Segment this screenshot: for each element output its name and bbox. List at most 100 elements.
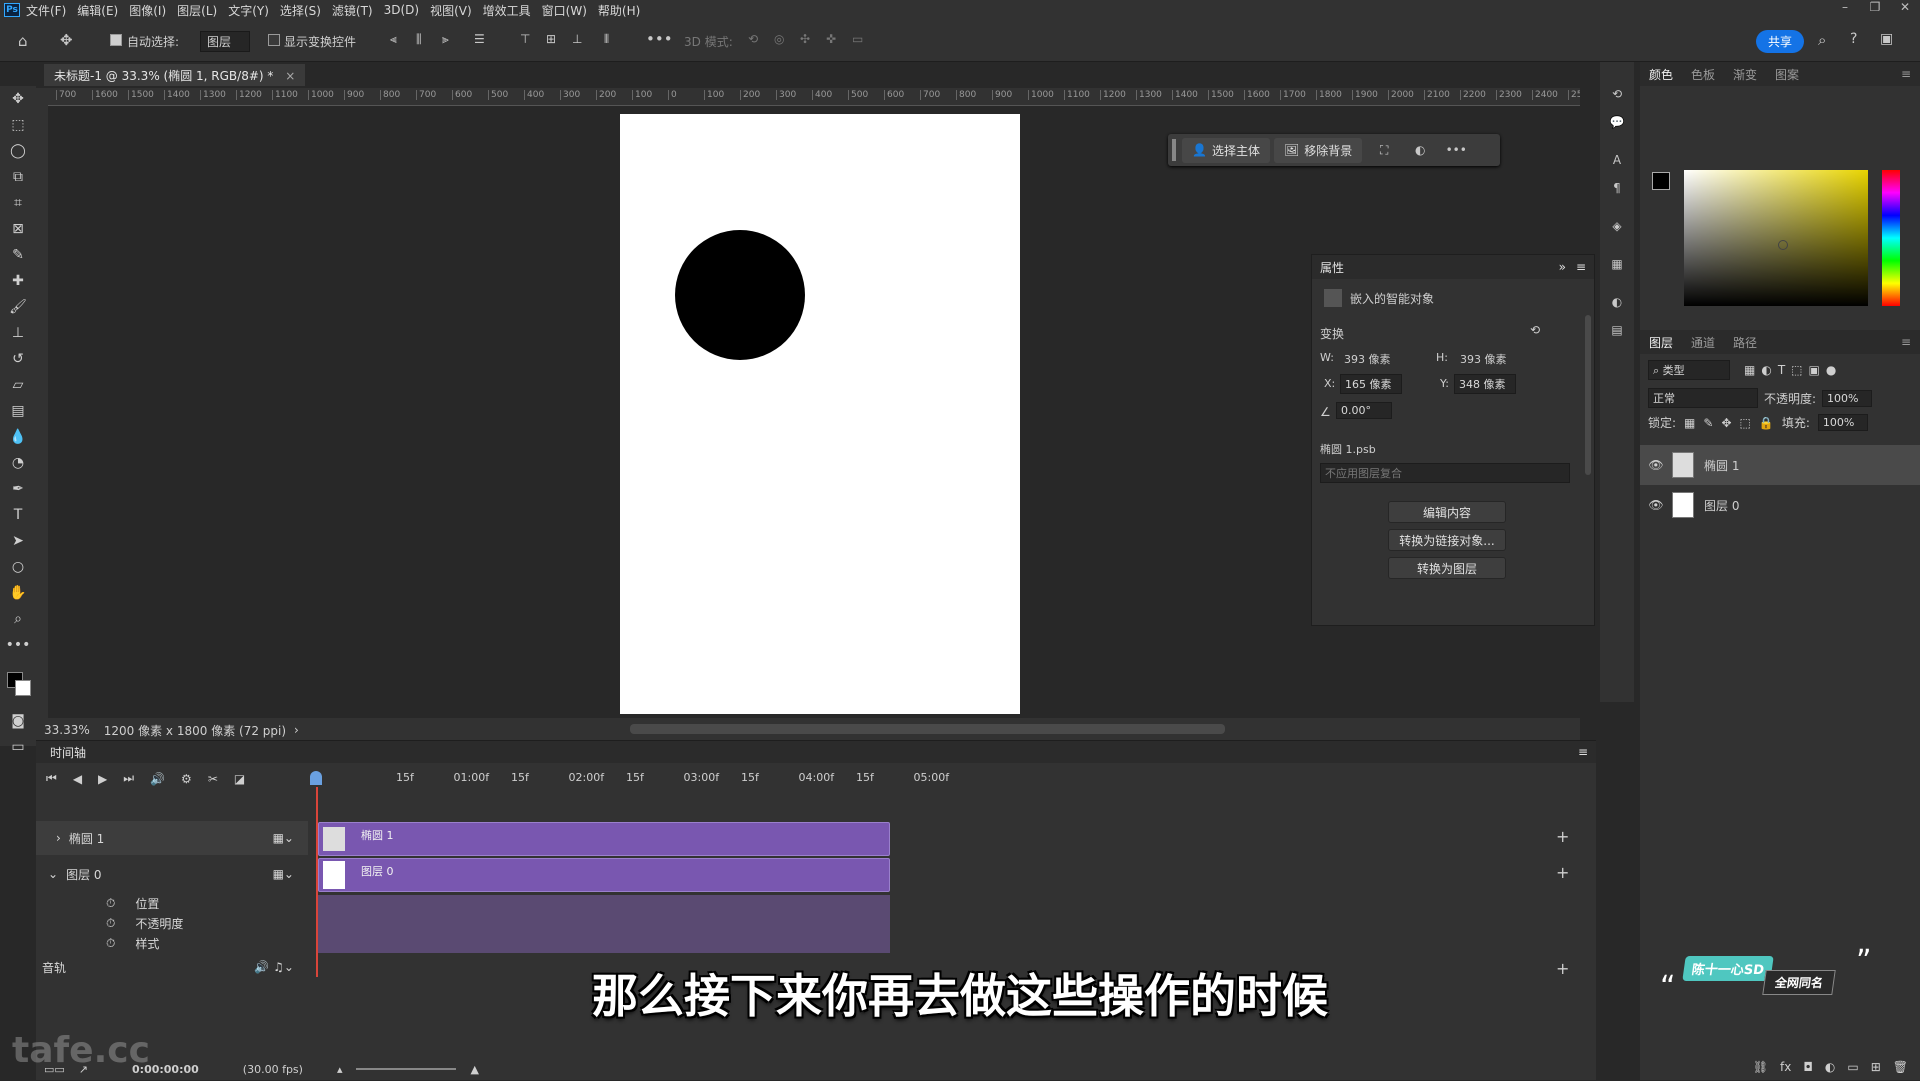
new-layer-icon[interactable]: ⊞ [1871, 1060, 1881, 1074]
menu-type[interactable]: 文字(Y) [228, 2, 269, 19]
new-group-icon[interactable]: ▭ [1847, 1060, 1858, 1074]
filter-type-icon[interactable]: T [1778, 363, 1785, 377]
3d-rotate-icon[interactable]: ⟲ [748, 32, 758, 46]
first-frame-icon[interactable]: ⏮ [46, 771, 57, 786]
distribute-vertical-icon[interactable]: ⫴ [604, 32, 609, 47]
track-header[interactable]: › 椭圆 1 ▦⌄ [36, 821, 308, 855]
auto-select-dropdown[interactable]: 图层 [200, 31, 251, 52]
next-frame-icon[interactable]: ⏭ [123, 771, 134, 786]
pen-tool-icon[interactable]: ✒ [0, 476, 36, 502]
more-options-icon[interactable]: ••• [646, 30, 673, 48]
brush-tool-icon[interactable]: 🖌 [0, 294, 36, 320]
layer-row[interactable]: 👁 椭圆 1 [1640, 445, 1920, 485]
color-panel-menu-icon[interactable]: ≡ [1892, 67, 1920, 81]
object-select-tool-icon[interactable]: ⧉ [0, 164, 36, 190]
drag-handle[interactable] [1172, 139, 1176, 161]
align-middle-icon[interactable]: ⊞ [546, 32, 556, 46]
mask-icon[interactable]: ⛶ [1366, 143, 1402, 158]
tab-patterns[interactable]: 图案 [1766, 66, 1808, 83]
tab-swatches[interactable]: 色板 [1682, 66, 1724, 83]
adjustment-icon[interactable]: ◐ [1402, 143, 1438, 157]
filter-toggle-icon[interactable]: ● [1826, 363, 1836, 377]
zoom-tool-icon[interactable]: ⌕ [0, 606, 36, 632]
zoom-in-icon[interactable]: ▲ [470, 1063, 478, 1076]
play-icon[interactable]: ▶ [98, 772, 107, 786]
frame-tool-icon[interactable]: ⊠ [0, 216, 36, 242]
layer-comp-select[interactable]: 不应用图层复合 [1320, 463, 1570, 483]
libraries-panel-icon[interactable]: ◈ [1600, 212, 1634, 240]
add-media-icon[interactable]: + [1556, 863, 1569, 882]
eraser-tool-icon[interactable]: ▱ [0, 372, 36, 398]
convert-to-linked-button[interactable]: 转换为链接对象... [1388, 529, 1506, 551]
lock-image-icon[interactable]: ✎ [1703, 416, 1713, 430]
document-tab[interactable]: 未标题-1 @ 33.3% (椭圆 1, RGB/8#) * × [44, 64, 306, 86]
select-subject-button[interactable]: 👤 选择主体 [1182, 137, 1270, 163]
stamp-tool-icon[interactable]: ⊥ [0, 320, 36, 346]
blend-mode-select[interactable]: 正常 [1648, 388, 1758, 408]
y-field[interactable]: 348 像素 [1454, 374, 1516, 394]
tab-gradients[interactable]: 渐变 [1724, 66, 1766, 83]
layer-comps-icon[interactable]: ▤ [1600, 316, 1634, 344]
dodge-tool-icon[interactable]: ◔ [0, 450, 36, 476]
delete-layer-icon[interactable]: 🗑 [1893, 1060, 1908, 1074]
track-options-icon[interactable]: ▦⌄ [273, 867, 294, 881]
eye-icon[interactable]: 👁 [1640, 458, 1672, 472]
eye-icon[interactable]: 👁 [1640, 498, 1672, 512]
zoom-level[interactable]: 33.33% [44, 723, 90, 737]
opacity-field[interactable]: 100% [1822, 389, 1873, 407]
tab-color[interactable]: 颜色 [1640, 66, 1682, 83]
character-panel-icon[interactable]: A [1600, 146, 1634, 174]
background-color-swatch[interactable] [15, 680, 31, 696]
horizontal-scrollbar[interactable] [630, 724, 1225, 734]
eyedropper-tool-icon[interactable]: ✎ [0, 242, 36, 268]
lasso-tool-icon[interactable]: ◯ [0, 138, 36, 164]
3d-camera-icon[interactable]: ▭ [852, 32, 863, 46]
expand-arrow-icon[interactable]: › [56, 831, 61, 845]
gradient-tool-icon[interactable]: ▤ [0, 398, 36, 424]
align-top-icon[interactable]: ⊤ [520, 32, 530, 46]
properties-scrollbar[interactable] [1585, 315, 1591, 475]
audio-icon[interactable]: 🔊 [150, 772, 165, 786]
remove-background-button[interactable]: 🖼 移除背景 [1273, 137, 1363, 163]
quick-mask-icon[interactable]: ◙ [0, 708, 36, 734]
menu-image[interactable]: 图像(I) [129, 2, 166, 19]
close-icon[interactable]: ✕ [1890, 0, 1920, 14]
timeline-menu-icon[interactable]: ≡ [1578, 745, 1588, 759]
filter-pixel-icon[interactable]: ▦ [1744, 363, 1755, 377]
marquee-tool-icon[interactable]: ⬚ [0, 112, 36, 138]
layer-name[interactable]: 椭圆 1 [1704, 457, 1739, 474]
timeline-clip[interactable]: 椭圆 1 [318, 822, 890, 856]
path-select-icon[interactable]: ➤ [0, 528, 36, 554]
more-icon[interactable]: ••• [1438, 143, 1474, 157]
color-field[interactable] [1684, 170, 1868, 306]
restore-icon[interactable]: ❐ [1860, 0, 1890, 14]
color-swatches[interactable] [0, 658, 36, 708]
reset-transform-icon[interactable]: ⟲ [1530, 323, 1540, 337]
blur-tool-icon[interactable]: 💧 [0, 424, 36, 450]
width-value[interactable]: 393 像素 [1344, 351, 1391, 367]
lock-transparent-icon[interactable]: ▦ [1684, 416, 1695, 430]
edit-contents-button[interactable]: 编辑内容 [1388, 501, 1506, 523]
hue-slider[interactable] [1882, 170, 1900, 306]
auto-select-checkbox[interactable] [110, 34, 122, 49]
fill-field[interactable]: 100% [1817, 414, 1868, 431]
close-tab-icon[interactable]: × [285, 69, 295, 83]
share-button[interactable]: 共享 [1756, 30, 1805, 53]
search-icon[interactable]: ⌕ [1818, 31, 1826, 49]
tab-channels[interactable]: 通道 [1682, 334, 1724, 351]
filter-shape-icon[interactable]: ⬚ [1791, 363, 1802, 377]
timeline-zoom-slider[interactable] [356, 1068, 457, 1070]
convert-to-layers-button[interactable]: 转换为图层 [1388, 557, 1506, 579]
menu-help[interactable]: 帮助(H) [598, 2, 640, 19]
properties-panel-icon[interactable]: ▦ [1600, 250, 1634, 278]
track-header[interactable]: ⌄ 图层 0 ▦⌄ [36, 857, 308, 891]
layers-panel-menu-icon[interactable]: ≡ [1892, 335, 1920, 349]
3d-pan-icon[interactable]: ✣ [800, 32, 810, 46]
menu-3d[interactable]: 3D(D) [384, 3, 419, 17]
stopwatch-icon[interactable]: ⏱ [106, 916, 115, 931]
chevron-right-icon[interactable]: › [294, 723, 299, 737]
layer-row[interactable]: 👁 图层 0 [1640, 485, 1920, 525]
x-field[interactable]: 165 像素 [1340, 374, 1402, 394]
lock-position-icon[interactable]: ✥ [1721, 416, 1731, 430]
playhead[interactable] [310, 771, 322, 785]
